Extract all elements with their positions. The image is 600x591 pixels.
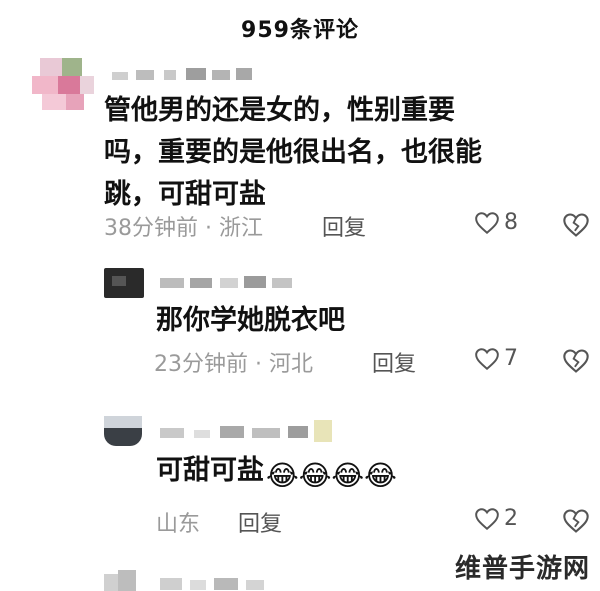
dislike-button[interactable] <box>562 348 590 378</box>
broken-heart-icon <box>563 349 589 373</box>
username-blurred[interactable] <box>112 66 252 82</box>
like-button[interactable]: 8 <box>474 210 518 235</box>
like-count: 7 <box>504 346 518 371</box>
heart-icon <box>475 347 499 370</box>
like-count: 2 <box>504 506 518 531</box>
comment-count-title: 959条评论 <box>241 18 359 43</box>
broken-heart-icon <box>563 509 589 533</box>
comment-text: 可甜可盐😂😂😂😂 <box>156 450 397 497</box>
comment-meta: 38分钟前 · 浙江 <box>104 216 263 241</box>
like-button[interactable]: 7 <box>474 346 518 371</box>
username-blurred[interactable] <box>160 420 340 444</box>
dislike-button[interactable] <box>562 508 590 538</box>
reply-button[interactable]: 回复 <box>372 346 416 378</box>
heart-icon <box>475 507 499 530</box>
comment-meta: 23分钟前 · 河北 <box>154 352 313 377</box>
comment-meta: 山东 <box>156 512 201 537</box>
reply-button[interactable]: 回复 <box>238 506 282 538</box>
like-count: 8 <box>504 210 518 235</box>
site-watermark: 维普手游网 <box>454 554 590 584</box>
username-blurred[interactable] <box>160 576 360 591</box>
like-button[interactable]: 2 <box>474 506 518 531</box>
comment-text: 那你学她脱衣吧 <box>156 305 345 336</box>
laughing-emoji-icon: 😂😂😂😂 <box>266 459 397 492</box>
dislike-button[interactable] <box>562 212 590 242</box>
avatar[interactable] <box>104 570 140 591</box>
avatar[interactable] <box>32 58 96 110</box>
reply-button[interactable]: 回复 <box>322 210 366 242</box>
avatar[interactable] <box>104 416 142 446</box>
broken-heart-icon <box>563 213 589 237</box>
username-blurred[interactable] <box>160 276 300 290</box>
heart-icon <box>475 211 499 234</box>
avatar[interactable] <box>104 268 144 298</box>
comment-text: 管他男的还是女的，性别重要 吗，重要的是他很出名，也很能 跳，可甜可盐 <box>104 95 482 210</box>
